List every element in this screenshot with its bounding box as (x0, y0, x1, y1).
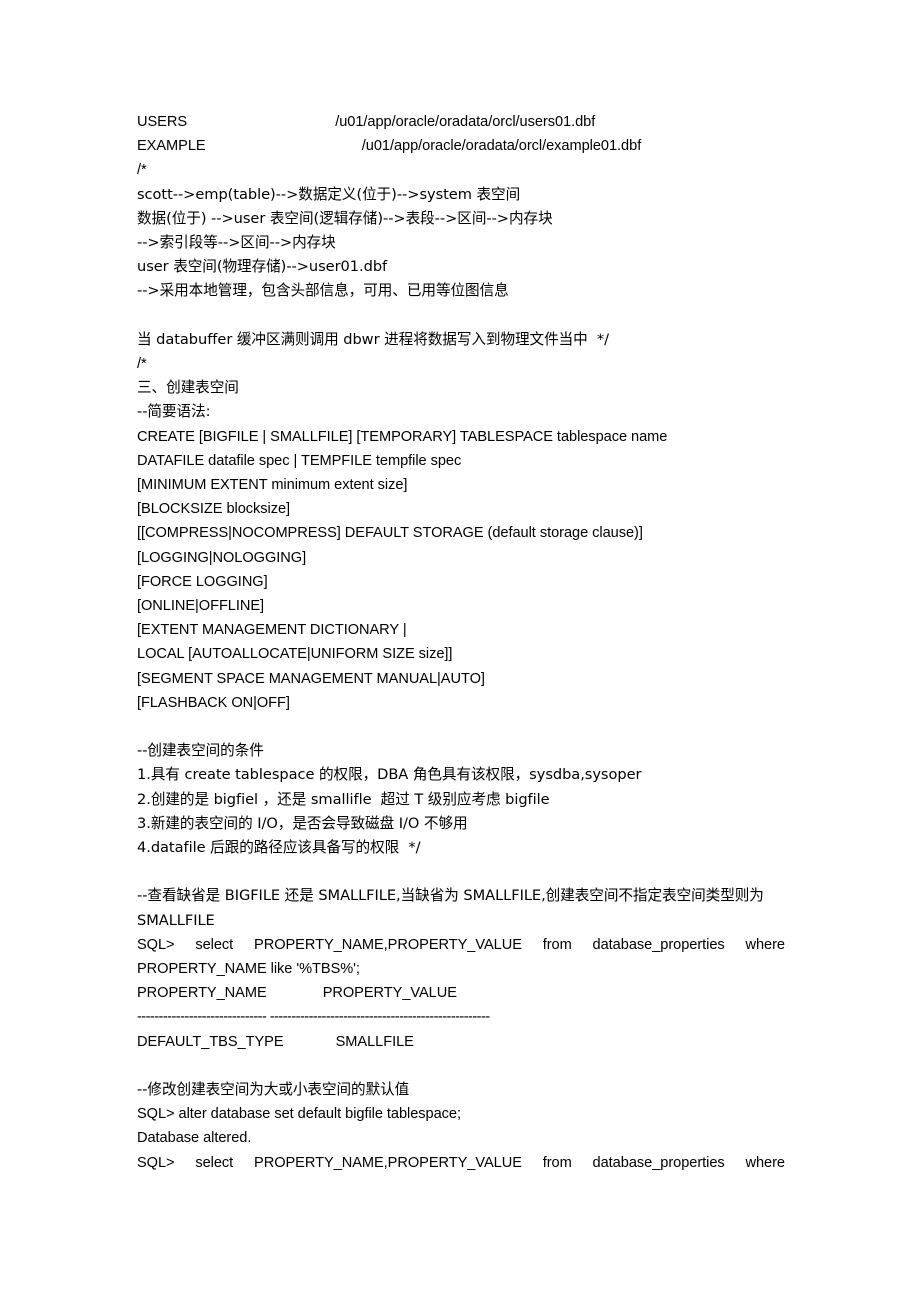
sql-command-alter-database: SQL> alter database set default bigfile … (137, 1106, 462, 1123)
line-syntax-segment-space: [SEGMENT SPACE MANAGEMENT MANUAL|AUTO] (137, 670, 485, 687)
sql-command-select-properties: SQL> select PROPERTY_NAME,PROPERTY_VALUE… (137, 936, 785, 953)
line-syntax-compress: [[COMPRESS|NOCOMPRESS] DEFAULT STORAGE (… (137, 525, 643, 542)
line-label-create-conditions: --创建表空间的条件 (137, 742, 264, 760)
line-flow-data-user-ts: 数据(位于) -->user 表空间(逻辑存储)-->表段-->区间-->内存块 (137, 209, 553, 227)
document-text-body: USERS /u01/app/oracle/oradata/orcl/users… (137, 110, 785, 1175)
line-syntax-flashback: [FLASHBACK ON|OFF] (137, 694, 290, 711)
line-note-databuffer: 当 databuffer 缓冲区满则调用 dbwr 进程将数据写入到物理文件当中… (137, 330, 610, 348)
result-separator-rule: ------------------------------ ---------… (137, 1009, 490, 1026)
line-syntax-local-alloc: LOCAL [AUTOALLOCATE|UNIFORM SIZE size]] (137, 646, 453, 663)
line-condition-4: 4.datafile 后跟的路径应该具备写的权限 */ (137, 839, 421, 857)
result-row-default-tbs-type: DEFAULT_TBS_TYPE SMALLFILE (137, 1033, 414, 1050)
line-flow-index-segment: -->索引段等-->区间-->内存块 (137, 234, 336, 252)
document-page: USERS /u01/app/oracle/oradata/orcl/users… (0, 0, 920, 1302)
line-syntax-create: CREATE [BIGFILE | SMALLFILE] [TEMPORARY]… (137, 428, 668, 445)
line-syntax-datafile: DATAFILE datafile spec | TEMPFILE tempfi… (137, 452, 462, 469)
line-condition-3: 3.新建的表空间的 I/O，是否会导致磁盘 I/O 不够用 (137, 814, 468, 832)
sql-command-select-properties-tail: PROPERTY_NAME like '%TBS%'; (137, 961, 360, 978)
line-syntax-logging: [LOGGING|NOLOGGING] (137, 549, 307, 566)
result-column-headers: PROPERTY_NAME PROPERTY_VALUE (137, 985, 457, 1002)
line-heading-section-three: 三、创建表空间 (137, 379, 239, 397)
line-syntax-online-offline: [ONLINE|OFFLINE] (137, 598, 265, 615)
line-blank-1 (137, 304, 785, 328)
sql-command-select-properties-2: SQL> select PROPERTY_NAME,PROPERTY_VALUE… (137, 1154, 785, 1171)
label-modify-default-tablespace: --修改创建表空间为大或小表空间的默认值 (137, 1081, 410, 1099)
sql-result-database-altered: Database altered. (137, 1130, 252, 1147)
line-blank-3 (137, 860, 785, 884)
line-flow-scott-emp: scott-->emp(table)-->数据定义(位于)-->system 表… (137, 185, 521, 203)
line-flow-user-physical: user 表空间(物理存储)-->user01.dbf (137, 258, 388, 276)
line-tablespace-users: USERS /u01/app/oracle/oradata/orcl/users… (137, 114, 596, 130)
line-tablespace-example: EXAMPLE /u01/app/oracle/oradata/orcl/exa… (137, 138, 642, 155)
line-condition-1: 1.具有 create tablespace 的权限，DBA 角色具有该权限，s… (137, 766, 642, 784)
line-comment-open-1: /* (137, 162, 147, 179)
line-blank-4 (137, 1054, 785, 1078)
line-comment-open-2: /* (137, 356, 147, 373)
line-syntax-force-logging: [FORCE LOGGING] (137, 573, 268, 590)
line-blank-2 (137, 715, 785, 739)
paragraph-default-tablespace-type: --查看缺省是 BIGFILE 还是 SMALLFILE,当缺省为 SMALLF… (137, 887, 764, 929)
line-syntax-extent-mgmt: [EXTENT MANAGEMENT DICTIONARY | (137, 622, 407, 639)
line-label-brief-syntax: --简要语法: (137, 403, 211, 421)
line-syntax-blocksize: [BLOCKSIZE blocksize] (137, 501, 291, 518)
line-condition-2: 2.创建的是 bigfiel ，还是 smallifle 超过 T 级别应考虑 … (137, 790, 550, 808)
line-syntax-minimum-extent: [MINIMUM EXTENT minimum extent size] (137, 477, 408, 494)
line-flow-local-management: -->采用本地管理，包含头部信息，可用、已用等位图信息 (137, 282, 509, 300)
